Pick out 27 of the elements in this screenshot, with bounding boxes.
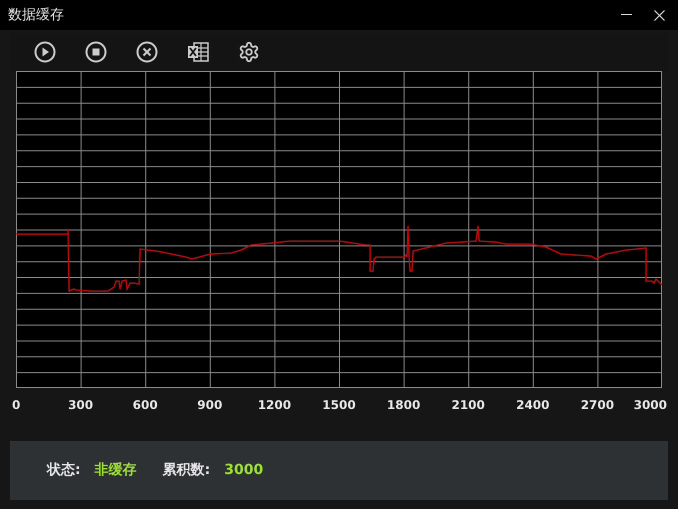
status-value: 3000: [224, 461, 264, 480]
axis-label: 2400: [516, 397, 550, 414]
axis-label: 2100: [451, 397, 485, 414]
settings-icon: [238, 41, 260, 63]
axis-label: 1500: [322, 397, 356, 414]
axis-label: 600: [132, 397, 158, 414]
status-label: 累积数:: [162, 461, 210, 480]
axis-label: 1800: [386, 397, 420, 414]
window-title: 数据缓存: [8, 6, 64, 24]
axis-label: 900: [197, 397, 222, 414]
close-icon: [654, 10, 664, 20]
status-label: 状态:: [47, 461, 81, 480]
clear-button[interactable]: [136, 40, 160, 64]
axis-label: 1200: [258, 397, 292, 414]
stop-icon: [85, 41, 107, 63]
stop-button[interactable]: [85, 40, 109, 64]
export-excel-button[interactable]: [187, 40, 211, 64]
axis-label: 300: [68, 397, 94, 414]
play-button[interactable]: [34, 40, 58, 64]
axis-label: 0: [12, 397, 20, 414]
spreadsheet-icon: [187, 42, 209, 62]
minimize-icon: [620, 14, 632, 16]
axis-label: 3000: [634, 397, 667, 414]
status-value: 非缓存: [94, 461, 137, 480]
axis-label: 2700: [580, 397, 614, 414]
close-circle-icon: [136, 41, 158, 63]
play-icon: [34, 41, 56, 63]
